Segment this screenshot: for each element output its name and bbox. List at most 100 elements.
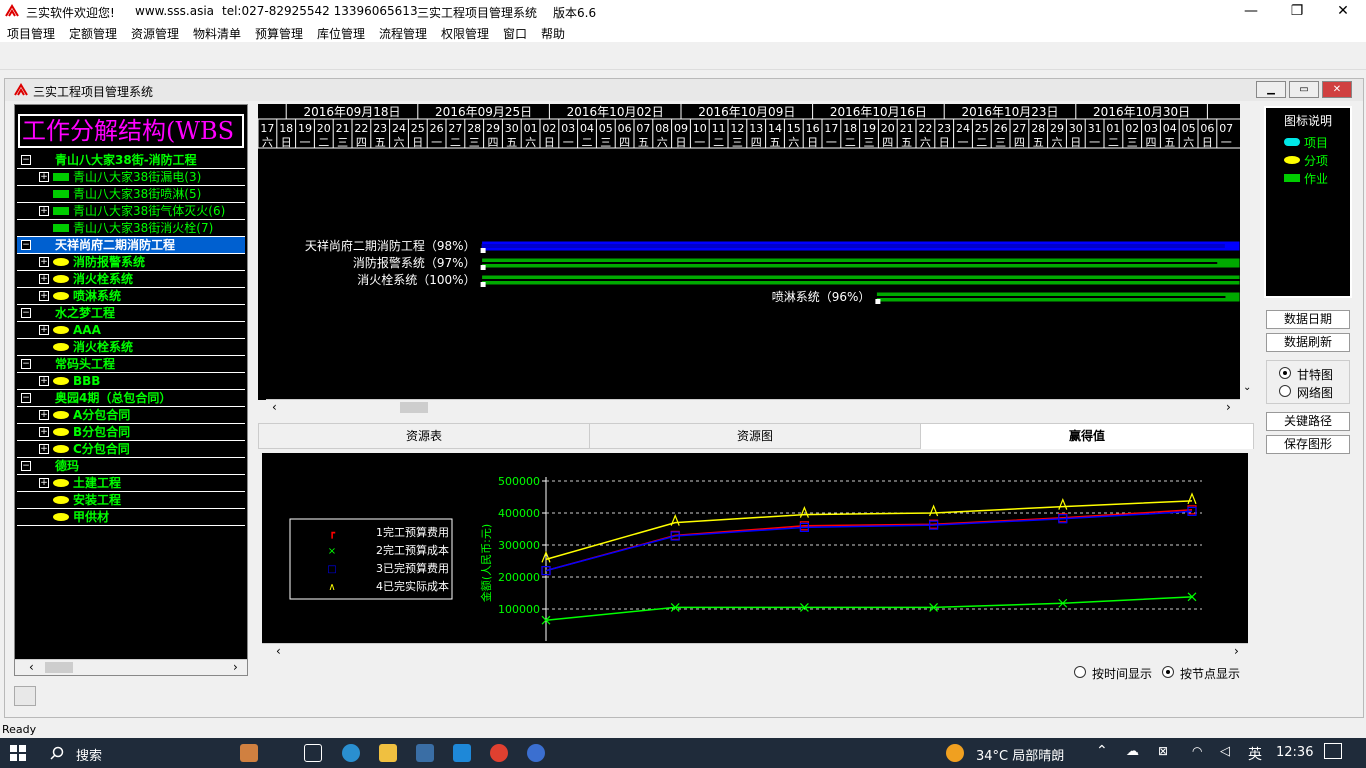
wbs-node-part[interactable]: + A分包合同 xyxy=(17,407,245,424)
volume-icon[interactable]: ◁ xyxy=(1220,744,1230,759)
child-restore-button[interactable]: ▭ xyxy=(1289,81,1319,98)
ime-indicator[interactable]: 英 xyxy=(1248,744,1262,764)
collapse-icon[interactable]: − xyxy=(21,393,31,403)
task-view-icon[interactable] xyxy=(304,744,322,762)
wbs-node-work[interactable]: + 青山八大家38街气体灭火(6) xyxy=(17,203,245,220)
network-radio[interactable] xyxy=(1279,385,1291,397)
expand-icon[interactable]: + xyxy=(39,172,49,182)
chart-hscrollbar[interactable]: ‹ › xyxy=(262,643,1248,659)
collapse-icon[interactable]: − xyxy=(21,359,31,369)
chrome-icon[interactable] xyxy=(490,744,508,762)
wbs-node-part[interactable]: + 土建工程 xyxy=(17,475,245,492)
menu-storage[interactable]: 库位管理 xyxy=(317,25,365,42)
expand-icon[interactable]: + xyxy=(39,274,49,284)
tab-resource-table[interactable]: 资源表 xyxy=(258,423,590,449)
wbs-node-project[interactable]: − 水之梦工程 xyxy=(17,305,245,322)
menu-project[interactable]: 项目管理 xyxy=(7,25,55,42)
scroll-right-icon[interactable]: › xyxy=(233,660,238,674)
collapse-icon[interactable]: − xyxy=(21,461,31,471)
expand-icon[interactable]: + xyxy=(39,376,49,386)
menu-budget[interactable]: 预算管理 xyxy=(255,25,303,42)
gantt-vscrollbar[interactable]: ⌄ xyxy=(1240,104,1256,400)
menu-window[interactable]: 窗口 xyxy=(503,25,527,42)
scroll-down-icon[interactable]: ⌄ xyxy=(1243,382,1251,393)
restore-button[interactable]: ❐ xyxy=(1274,0,1320,22)
expand-icon[interactable]: + xyxy=(39,478,49,488)
windows-start-icon[interactable] xyxy=(10,745,26,761)
tab-earned-value[interactable]: 赢得值 xyxy=(920,423,1254,449)
by-time-radio[interactable] xyxy=(1074,666,1086,678)
menu-quota[interactable]: 定额管理 xyxy=(69,25,117,42)
file-explorer-icon[interactable] xyxy=(379,744,397,762)
wbs-node-part[interactable]: + AAA xyxy=(17,322,245,339)
wbs-node-part[interactable]: + 消防报警系统 xyxy=(17,254,245,271)
wbs-node-part[interactable]: + B分包合同 xyxy=(17,424,245,441)
save-graph-button[interactable]: 保存图形 xyxy=(1266,435,1350,454)
store-icon[interactable] xyxy=(416,744,434,762)
child-minimize-button[interactable]: ▁ xyxy=(1256,81,1286,98)
menu-workflow[interactable]: 流程管理 xyxy=(379,25,427,42)
wbs-node-project[interactable]: − 青山八大家38街-消防工程 xyxy=(17,152,245,169)
wbs-node-part[interactable]: + C分包合同 xyxy=(17,441,245,458)
notification-icon[interactable] xyxy=(1324,743,1342,759)
wbs-node-work[interactable]: 青山八大家38街喷淋(5) xyxy=(17,186,245,203)
gantt-hscrollbar[interactable]: ‹ › xyxy=(266,399,1240,415)
expand-icon[interactable]: + xyxy=(39,206,49,216)
menu-help[interactable]: 帮助 xyxy=(541,25,565,42)
menu-permission[interactable]: 权限管理 xyxy=(441,25,489,42)
close-button[interactable]: ✕ xyxy=(1320,0,1366,22)
wifi-icon[interactable]: ◠ xyxy=(1192,744,1202,758)
minimized-doc-icon[interactable] xyxy=(14,686,36,706)
gantt-scroll-thumb[interactable] xyxy=(400,402,428,413)
by-node-radio[interactable] xyxy=(1162,666,1174,678)
mail-icon[interactable] xyxy=(453,744,471,762)
scroll-left-icon[interactable]: ‹ xyxy=(29,660,34,674)
gantt-radio[interactable] xyxy=(1279,367,1291,379)
collapse-icon[interactable]: − xyxy=(21,155,31,165)
wbs-node-part[interactable]: 甲供材 xyxy=(17,509,245,526)
expand-icon[interactable]: + xyxy=(39,257,49,267)
wbs-node-part[interactable]: 安装工程 xyxy=(17,492,245,509)
view-radio-group: 甘特图 网络图 xyxy=(1266,360,1350,404)
gantt-weekday-label: 一 xyxy=(1221,136,1232,149)
minimize-button[interactable]: — xyxy=(1228,0,1274,22)
edge-icon[interactable] xyxy=(342,744,360,762)
wbs-node-part[interactable]: 消火栓系统 xyxy=(17,339,245,356)
clock-text[interactable]: 12:36 xyxy=(1276,745,1313,760)
menu-bom[interactable]: 物料清单 xyxy=(193,25,241,42)
wbs-node-project[interactable]: − 天祥尚府二期消防工程 xyxy=(17,237,245,254)
chart-scroll-right-icon[interactable]: › xyxy=(1234,644,1239,658)
expand-icon[interactable]: + xyxy=(39,444,49,454)
search-icon[interactable] xyxy=(50,746,64,760)
wbs-node-part[interactable]: + 喷淋系统 xyxy=(17,288,245,305)
chart-scroll-left-icon[interactable]: ‹ xyxy=(276,644,281,658)
data-refresh-button[interactable]: 数据刷新 xyxy=(1266,333,1350,352)
gantt-day-label: 09 xyxy=(674,122,688,135)
expand-icon[interactable]: + xyxy=(39,427,49,437)
tray-up-icon[interactable]: ⌃ xyxy=(1096,743,1108,759)
expand-icon[interactable]: + xyxy=(39,325,49,335)
gantt-scroll-right-icon[interactable]: › xyxy=(1226,400,1231,414)
app-taskbar-icon[interactable] xyxy=(527,744,545,762)
wbs-scroll-thumb[interactable] xyxy=(45,662,73,673)
data-date-button[interactable]: 数据日期 xyxy=(1266,310,1350,329)
wbs-node-work[interactable]: + 青山八大家38街漏电(3) xyxy=(17,169,245,186)
wbs-node-part[interactable]: + 消火栓系统 xyxy=(17,271,245,288)
expand-icon[interactable]: + xyxy=(39,410,49,420)
wbs-node-project[interactable]: − 奥园4期（总包合同） xyxy=(17,390,245,407)
network-icon[interactable]: ⊠ xyxy=(1158,744,1168,758)
menu-resource[interactable]: 资源管理 xyxy=(131,25,179,42)
wbs-node-work[interactable]: 青山八大家38街消火栓(7) xyxy=(17,220,245,237)
collapse-icon[interactable]: − xyxy=(21,240,31,250)
wbs-hscrollbar[interactable]: ‹ › xyxy=(15,659,247,675)
collapse-icon[interactable]: − xyxy=(21,308,31,318)
wbs-node-part[interactable]: + BBB xyxy=(17,373,245,390)
gantt-scroll-left-icon[interactable]: ‹ xyxy=(272,400,277,414)
expand-icon[interactable]: + xyxy=(39,291,49,301)
child-close-button[interactable]: ✕ xyxy=(1322,81,1352,98)
tab-resource-chart[interactable]: 资源图 xyxy=(589,423,921,449)
wbs-node-project[interactable]: − 德玛 xyxy=(17,458,245,475)
wbs-node-project[interactable]: − 常码头工程 xyxy=(17,356,245,373)
taskbar-search[interactable]: 搜索 xyxy=(76,745,102,764)
critical-path-button[interactable]: 关键路径 xyxy=(1266,412,1350,431)
